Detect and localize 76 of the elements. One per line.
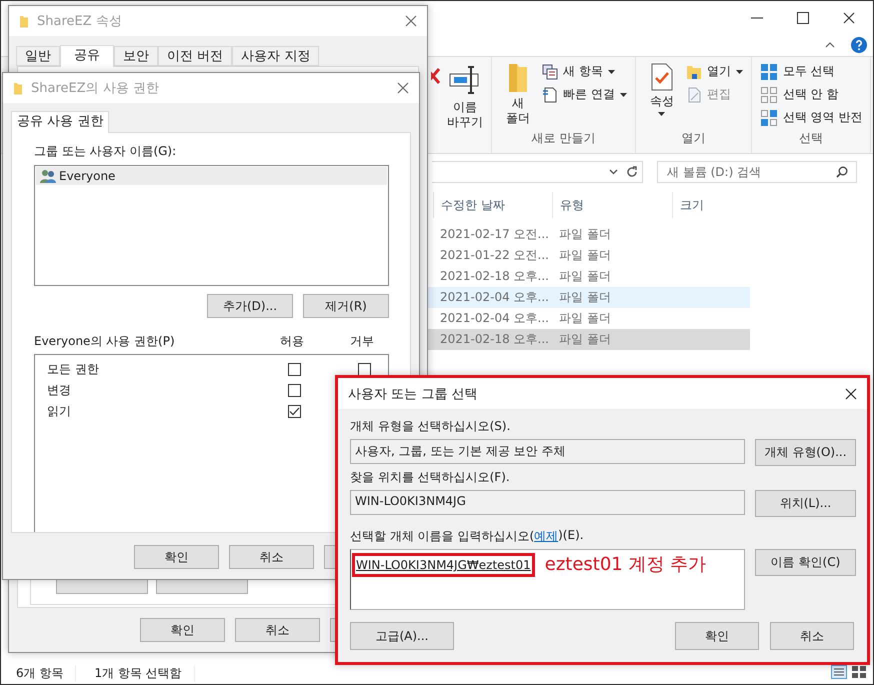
file-row[interactable]: 2021-02-04 오후... 파일 폴더	[428, 287, 750, 308]
location-button[interactable]: 위치(L)...	[755, 490, 856, 517]
status-text: 6개 항목	[16, 664, 76, 682]
ribbon-group-label: 새로 만들기	[530, 130, 596, 147]
table-cell-text: 파일 폴더	[558, 289, 612, 306]
permission-name: 모든 권한	[47, 361, 100, 378]
ribbon-button[interactable]: 선택 영역 반전	[760, 107, 862, 128]
tab[interactable]: 이전 버전	[158, 46, 232, 66]
table-cell-text: 파일 폴더	[558, 310, 612, 327]
window-title: ShareEZ의 사용 권한	[31, 80, 160, 97]
annotation-text: eztest01 계정 추가	[544, 553, 706, 577]
object-type-button[interactable]: 개체 유형(O)...	[755, 439, 856, 466]
column-header: 허용	[280, 333, 306, 350]
permission-name: 변경	[47, 382, 72, 399]
tab[interactable]: 공유	[60, 45, 114, 67]
column-header: 거부	[350, 333, 376, 350]
table-cell-text: 파일 폴더	[558, 247, 612, 264]
entered-name: WIN-LO0KI3NM4JG₩eztest01	[352, 553, 535, 577]
dialog-button[interactable]: 확인	[140, 618, 225, 642]
tab[interactable]: 보안	[114, 46, 158, 66]
user-item[interactable]: Everyone	[36, 167, 387, 185]
dialog-button[interactable]: 추가(D)...	[207, 294, 293, 318]
file-row[interactable]: 2021-02-17 오전... 파일 폴더	[428, 224, 750, 245]
ribbon-button[interactable]: 선택 안 함	[760, 84, 862, 105]
permission-name: 읽기	[47, 403, 72, 420]
ok-button[interactable]: 확인	[675, 622, 759, 650]
field-label: 개체 유형을 선택하십시오(S).	[350, 418, 512, 435]
advanced-button[interactable]: 고급(A)...	[350, 622, 454, 650]
cancel-button[interactable]: 취소	[770, 622, 854, 650]
ribbon-button[interactable]: 빠른 연결	[542, 84, 627, 105]
check-names-button[interactable]: 이름 확인(C)	[755, 549, 856, 576]
dialog-button[interactable]: 취소	[235, 618, 320, 642]
column-header[interactable]: 유형	[552, 192, 672, 218]
status-text: 1개 항목 선택함	[94, 664, 195, 682]
tab[interactable]: 공유 사용 권한	[11, 111, 110, 133]
file-row[interactable]: 2021-01-22 오전... 파일 폴더	[428, 245, 750, 266]
examples-link[interactable]: 예제	[534, 528, 558, 545]
table-cell-text: 파일 폴더	[558, 331, 612, 348]
object-type-field: 사용자, 그룹, 또는 기본 제공 보안 주체	[350, 439, 745, 464]
field-label: Everyone의 사용 권한(P)	[34, 333, 176, 350]
window-title: 사용자 또는 그룹 선택	[348, 386, 478, 402]
table-cell-text: 파일 폴더	[558, 268, 612, 285]
table-cell-text: 2021-01-22 오전...	[439, 247, 547, 264]
ribbon-button[interactable]: 새 항목	[542, 61, 627, 82]
ribbon-group-label: 선택	[798, 130, 824, 147]
field-label: )(E).	[558, 528, 584, 544]
table-cell-text: 2021-02-17 오전...	[439, 226, 547, 243]
window-title: ShareEZ 속성	[37, 13, 123, 30]
ribbon-button[interactable]: 새 폴더	[500, 61, 536, 130]
table-cell-text: 2021-02-18 오후...	[439, 268, 547, 285]
table-cell-text: 2021-02-18 오후...	[439, 331, 547, 348]
file-row[interactable]: 2021-02-18 오후... 파일 폴더	[428, 266, 750, 287]
location-field: WIN-LO0KI3NM4JG	[350, 490, 745, 515]
dialog-button[interactable]: 확인	[134, 545, 219, 569]
field-label: 찾을 위치를 선택하십시오(F).	[350, 469, 510, 486]
file-row[interactable]: 2021-02-04 오후... 파일 폴더	[428, 308, 750, 329]
ribbon-button[interactable]: 열기	[686, 61, 743, 82]
dialog-button[interactable]: 제거(R)	[303, 294, 389, 318]
file-row[interactable]: 2021-02-18 오후... 파일 폴더	[428, 329, 750, 350]
dialog-button[interactable]: 취소	[229, 545, 314, 569]
ribbon-button[interactable]: 모두 선택	[760, 61, 862, 82]
search-field[interactable]: 새 볼륨 (D:) 검색	[657, 161, 857, 183]
column-header[interactable]: 수정한 날짜	[433, 192, 552, 218]
tab[interactable]: 사용자 지정	[232, 46, 320, 66]
user-list[interactable]: Everyone	[34, 165, 389, 286]
table-cell-text: 2021-02-04 오후...	[439, 289, 547, 306]
tab[interactable]: 일반	[16, 46, 60, 66]
field-label: 그룹 또는 사용자 이름(G):	[34, 143, 178, 160]
field-label: 선택할 개체 이름을 입력하십시오(	[350, 528, 534, 545]
table-cell-text: 2021-02-04 오후...	[439, 310, 547, 327]
table-cell-text: 파일 폴더	[558, 226, 612, 243]
ribbon-button[interactable]: 이름 바꾸기	[447, 61, 483, 153]
column-header[interactable]: 크기	[672, 192, 752, 218]
object-names-field[interactable]: WIN-LO0KI3NM4JG₩eztest01 eztest01 계정 추가	[350, 549, 745, 610]
ribbon-button[interactable]: 속성	[644, 61, 680, 130]
ribbon-group-label: 열기	[680, 130, 706, 147]
